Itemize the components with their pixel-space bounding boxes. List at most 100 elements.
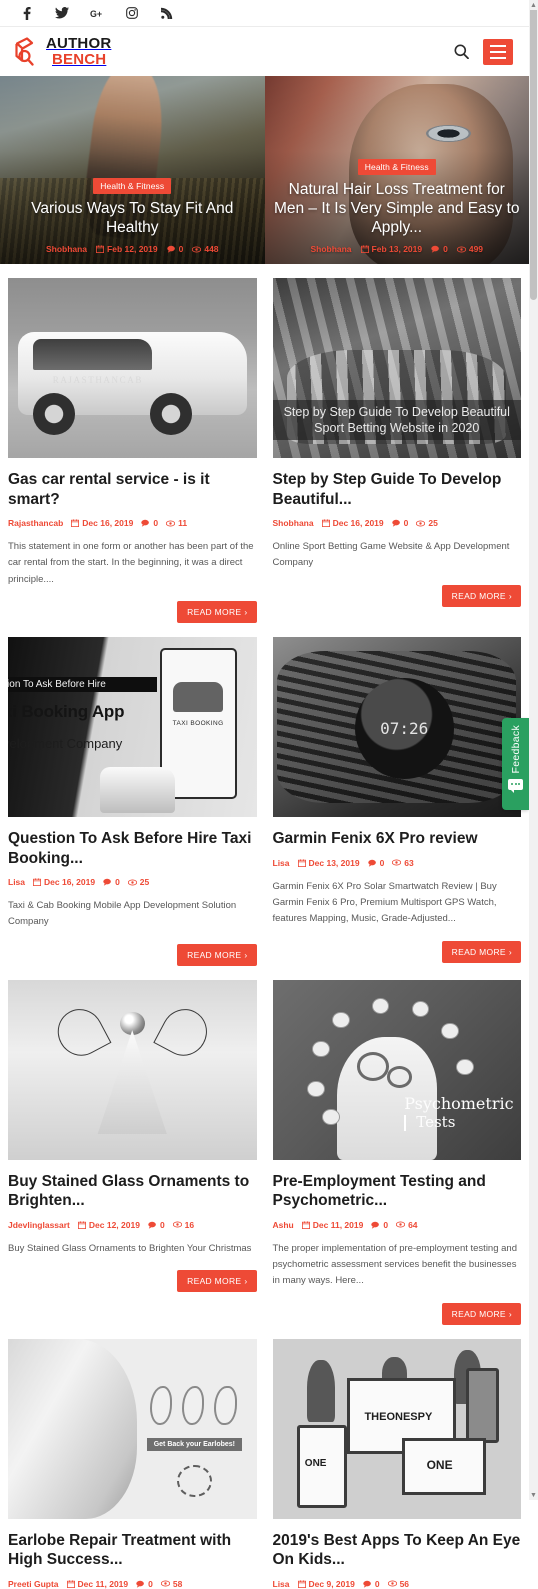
read-more-button[interactable]: READ MORE › xyxy=(177,1270,257,1293)
post-date: Dec 9, 2019 xyxy=(297,1579,355,1589)
eye-icon xyxy=(192,246,202,252)
post-title[interactable]: Question To Ask Before Hire Taxi Booking… xyxy=(8,829,257,868)
comment-icon xyxy=(391,519,400,527)
feedback-tab[interactable]: Feedback xyxy=(502,718,529,810)
google-plus-icon[interactable]: G+ xyxy=(90,6,104,20)
burger-line xyxy=(490,50,506,53)
read-more-button[interactable]: READ MORE › xyxy=(441,1302,521,1325)
page-root: G+ AUTHOR BENCH Health & Fitness Various… xyxy=(0,0,529,1589)
post-thumbnail[interactable]: RAJASTHANCAB xyxy=(8,278,257,458)
post-card: Step by Step Guide To Develop Beautiful … xyxy=(264,264,529,624)
facebook-icon[interactable] xyxy=(20,6,34,20)
post-title[interactable]: Earlobe Repair Treatment with High Succe… xyxy=(8,1531,257,1570)
scrollbar-thumb[interactable] xyxy=(530,0,537,300)
badge-stamp-icon xyxy=(176,1464,212,1498)
author-name[interactable]: Preeti Gupta xyxy=(8,1579,59,1589)
thumbnail-caption: Psychometric Tests xyxy=(404,1094,514,1132)
social-links: G+ xyxy=(20,6,174,20)
post-title[interactable]: Gas car rental service - is it smart? xyxy=(8,470,257,509)
post-thumbnail[interactable]: ion To Ask Before Hire xi Booking App ve… xyxy=(8,637,257,818)
post-meta: Lisa Dec 13, 2019 0 63 xyxy=(273,858,522,868)
chevron-right-icon: › xyxy=(244,1276,248,1287)
view-count: 25 xyxy=(127,877,149,887)
comment-icon xyxy=(136,1580,144,1588)
post-excerpt: The proper implementation of pre-employm… xyxy=(272,1242,518,1287)
author-name[interactable]: Shobhana xyxy=(273,518,314,528)
post-date: Dec 13, 2019 xyxy=(297,858,360,868)
burger-line xyxy=(490,44,506,47)
comment-count: 0 xyxy=(391,518,408,528)
instagram-icon[interactable] xyxy=(125,6,139,20)
eye-icon xyxy=(166,520,176,526)
post-thumbnail[interactable] xyxy=(8,979,257,1160)
chevron-right-icon: › xyxy=(244,949,248,960)
hamburger-menu-button[interactable] xyxy=(483,38,513,65)
post-thumbnail[interactable]: THEONESPY ONE ONE xyxy=(272,1338,521,1519)
twitter-icon[interactable] xyxy=(55,6,69,20)
read-more-button[interactable]: READ MORE › xyxy=(177,601,257,624)
comment-count: 0 xyxy=(136,1579,153,1589)
scroll-down-arrow[interactable]: ▼ xyxy=(529,1490,538,1500)
post-date: Dec 16, 2019 xyxy=(33,877,95,887)
author-name[interactable]: Rajasthancab xyxy=(8,518,63,528)
eye-icon xyxy=(416,520,426,526)
post-title[interactable]: Buy Stained Glass Ornaments to Brighten.… xyxy=(8,1172,257,1211)
post-title[interactable]: Step by Step Guide To Develop Beautiful.… xyxy=(273,470,522,509)
calendar-icon xyxy=(71,519,80,528)
thumbnail-art-ornament xyxy=(8,979,257,1160)
author-name[interactable]: Lisa xyxy=(8,877,25,887)
post-meta: Lisa Dec 9, 2019 0 56 xyxy=(273,1579,522,1589)
rss-icon[interactable] xyxy=(160,6,174,20)
post-card: Psychometric Tests Pre-Employment Testin… xyxy=(264,965,529,1325)
hero-title[interactable]: Natural Hair Loss Treatment for Men – It… xyxy=(273,181,522,238)
author-name[interactable]: Shobhana xyxy=(310,244,351,254)
read-more-button[interactable]: READ MORE › xyxy=(177,943,257,966)
thumbnail-art-earlobe: Get Back your Earlobes! xyxy=(8,1338,257,1519)
comment-count: 0 xyxy=(166,244,183,254)
eye-icon xyxy=(396,1221,406,1228)
author-name[interactable]: Lisa xyxy=(273,1579,290,1589)
logo-line-2: BENCH xyxy=(52,51,107,68)
site-logo[interactable]: AUTHOR BENCH xyxy=(14,36,111,67)
thumbnail-caption: ONE xyxy=(304,1457,327,1469)
hero-title[interactable]: Various Ways To Stay Fit And Healthy xyxy=(8,200,257,238)
logo-wordmark: AUTHOR BENCH xyxy=(46,36,111,67)
post-thumbnail[interactable]: Get Back your Earlobes! xyxy=(8,1338,257,1519)
hero-slide[interactable]: Health & Fitness Various Ways To Stay Fi… xyxy=(0,76,265,264)
calendar-icon xyxy=(360,245,369,253)
post-title[interactable]: Garmin Fenix 6X Pro review xyxy=(273,829,522,849)
feedback-speech-bubble-icon xyxy=(508,778,523,793)
post-thumbnail[interactable]: 07:26 xyxy=(272,637,521,818)
view-count: 25 xyxy=(416,518,438,528)
category-badge[interactable]: Health & Fitness xyxy=(357,159,436,176)
post-thumbnail[interactable]: Step by Step Guide To Develop Beautiful … xyxy=(272,278,521,458)
thumbnail-caption-line2: xi Booking App xyxy=(8,701,125,721)
author-name[interactable]: Ashu xyxy=(273,1220,294,1230)
post-title[interactable]: 2019's Best Apps To Keep An Eye On Kids.… xyxy=(273,1531,522,1570)
author-name[interactable]: Shobhana xyxy=(46,244,87,254)
hero-content: Health & Fitness Various Ways To Stay Fi… xyxy=(0,176,265,254)
post-thumbnail[interactable]: Psychometric Tests xyxy=(272,979,521,1160)
thumbnail-art-onespy: THEONESPY ONE ONE xyxy=(272,1338,521,1519)
feedback-label: Feedback xyxy=(509,725,522,774)
post-title[interactable]: Pre-Employment Testing and Psychometric.… xyxy=(273,1172,522,1211)
thumbnail-caption-line1: ion To Ask Before Hire xyxy=(8,676,158,692)
search-icon[interactable] xyxy=(452,43,470,61)
thumbnail-art-watch: 07:26 xyxy=(272,637,521,818)
author-name[interactable]: Lisa xyxy=(273,858,290,868)
hero-slider: Health & Fitness Various Ways To Stay Fi… xyxy=(0,76,529,264)
watch-face: 07:26 xyxy=(354,678,454,780)
comment-count: 0 xyxy=(363,1579,380,1589)
read-more-button[interactable]: READ MORE › xyxy=(441,584,521,607)
thumbnail-caption-line3: velopment Company xyxy=(8,736,123,752)
scroll-up-arrow[interactable]: ▲ xyxy=(529,0,538,10)
logo-line-1: AUTHOR xyxy=(46,35,112,52)
read-more-button[interactable]: READ MORE › xyxy=(441,940,521,963)
author-name[interactable]: Jdevlinglassart xyxy=(8,1220,70,1230)
hero-meta: Shobhana Feb 13, 2019 0 499 xyxy=(273,244,522,254)
read-more-row: READ MORE › xyxy=(273,940,521,963)
hero-slide[interactable]: Health & Fitness Natural Hair Loss Treat… xyxy=(264,76,529,264)
category-badge[interactable]: Health & Fitness xyxy=(93,178,172,195)
thumbnail-art-psychometric: Psychometric Tests xyxy=(272,979,521,1160)
calendar-icon xyxy=(301,1221,310,1229)
